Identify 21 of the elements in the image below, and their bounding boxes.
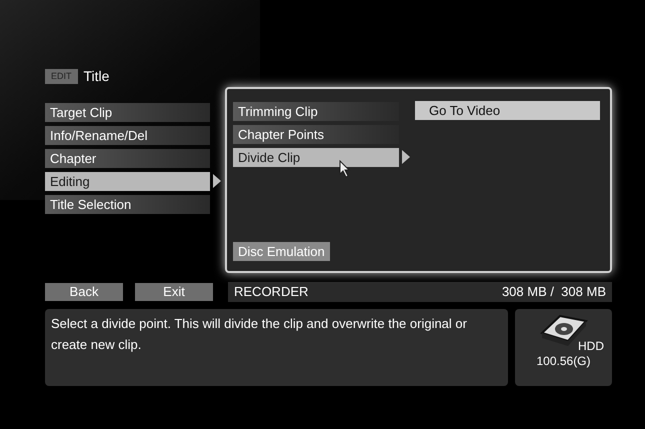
menu-item[interactable]: Target Clip <box>45 102 210 122</box>
capacity-label: 308 MB / 308 MB <box>502 283 606 302</box>
menu-item[interactable]: Chapter <box>45 148 210 168</box>
help-message: Select a divide point. This will divide the clip and overwrite the original or create new clip. <box>51 315 468 354</box>
menu-title: Title <box>84 66 110 86</box>
source-label: RECORDER <box>234 283 308 302</box>
option-item[interactable]: Go To Video <box>415 101 600 120</box>
nav-button[interactable]: Exit <box>135 283 213 301</box>
menu-item[interactable]: Editing <box>45 172 210 190</box>
submenu-item[interactable]: Divide Clip <box>233 148 399 166</box>
edit-badge: EDIT <box>45 68 78 84</box>
arrow-icon <box>402 150 410 164</box>
nav-button[interactable]: Back <box>45 283 123 301</box>
menu-item[interactable]: Info/Rename/Del <box>45 126 210 144</box>
submenu-item[interactable]: Trimming Clip <box>233 102 399 120</box>
menu-item[interactable]: Title Selection <box>45 194 210 214</box>
arrow-icon <box>213 174 221 188</box>
drive-label: HDD <box>578 339 604 353</box>
pointer-cursor-icon <box>339 160 351 178</box>
submenu-item[interactable]: Chapter Points <box>233 124 399 144</box>
drive-capacity: 100.56(G) <box>536 353 591 369</box>
